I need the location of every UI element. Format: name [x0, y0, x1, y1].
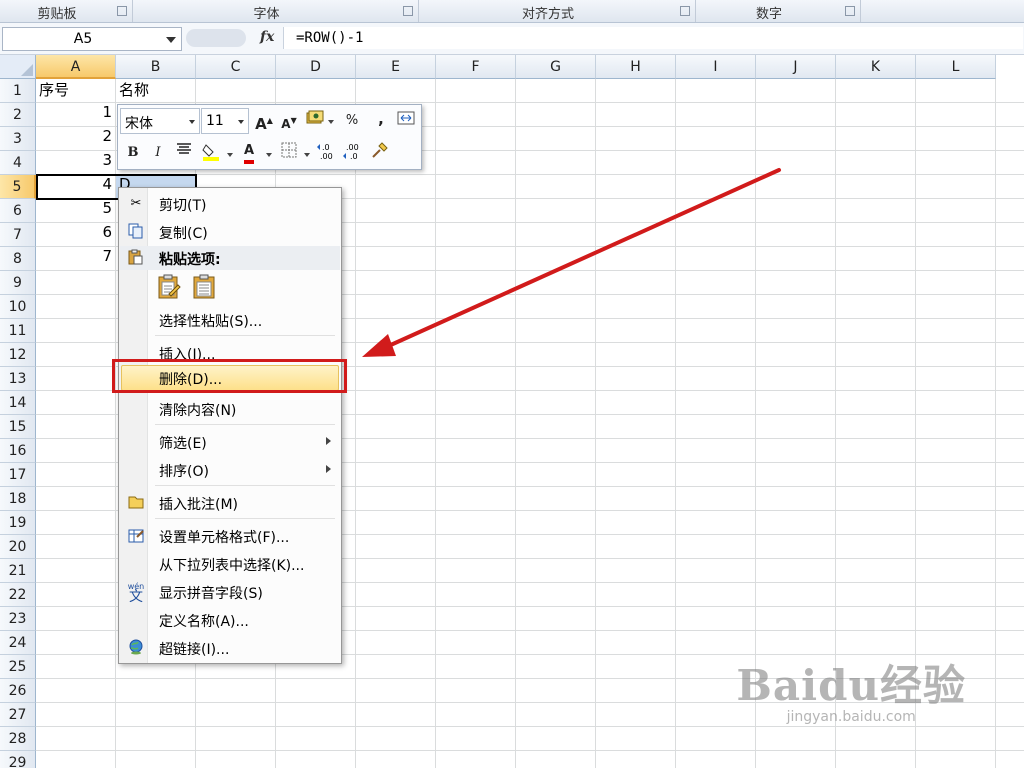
watermark-logo: Baidu经验: [736, 661, 966, 710]
watermark: Baidu经验 jingyan.baidu.com: [736, 652, 966, 725]
